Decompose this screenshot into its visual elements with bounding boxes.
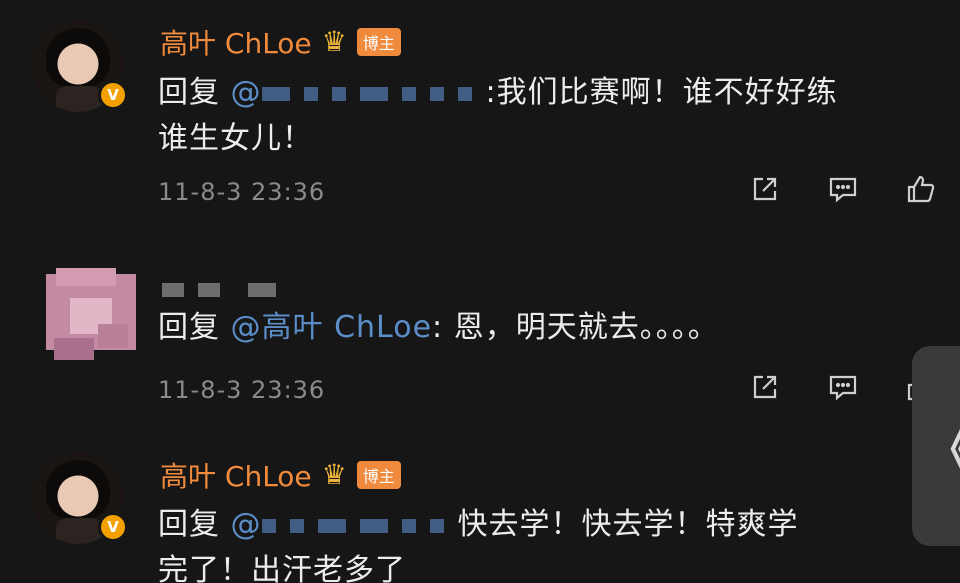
comment-icon[interactable] [826,172,860,206]
verified-badge-icon: V [98,512,128,542]
reply-mention[interactable]: @ [231,75,486,110]
blurred-avatar[interactable] [46,268,136,360]
avatar[interactable]: V [32,452,128,544]
username[interactable]: 高叶 ChLoe [160,22,312,62]
comment-text: 回复 @ 快去学！快去学！特爽学 完了！出汗老多了 [158,507,799,583]
blogger-tag: 博主 [356,28,401,56]
username[interactable]: 高叶 ChLoe [160,455,312,495]
reply-mention[interactable]: @高叶 ChLoe [231,310,433,345]
comment-text: 回复 @:我们比赛啊！谁不好好练 谁生女儿！ [158,75,838,156]
timestamp: 11-8-3 23:36 [158,178,326,206]
comment-icon[interactable] [826,370,860,404]
crown-icon: ♛ [321,25,347,58]
avatar[interactable]: V [32,20,128,112]
share-icon[interactable] [748,370,782,404]
share-icon[interactable] [748,172,782,206]
side-collapse-handle[interactable]: 《 [912,346,960,546]
verified-badge-icon: V [98,80,128,110]
chevron-left-icon: 《 [926,411,960,481]
reply-mention[interactable]: @ [231,507,458,542]
blogger-tag: 博主 [356,461,401,489]
like-icon[interactable] [904,172,938,206]
timestamp: 11-8-3 23:36 [158,376,326,404]
crown-icon: ♛ [321,458,347,491]
comment-text: 回复 @高叶 ChLoe: 恩，明天就去。。。。 [158,310,719,345]
blurred-username[interactable] [162,283,276,297]
